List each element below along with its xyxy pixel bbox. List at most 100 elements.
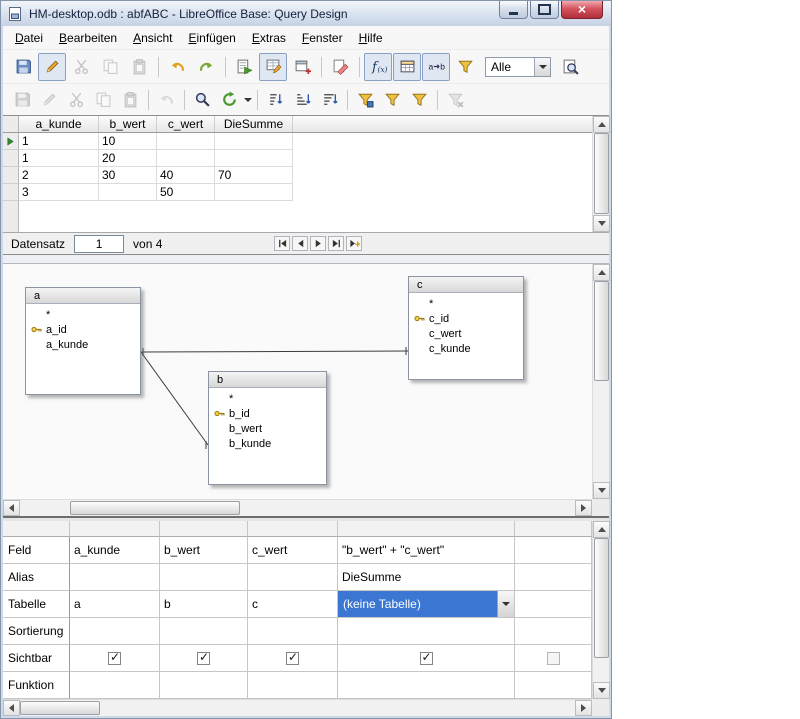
scroll-up-button[interactable] (593, 116, 610, 133)
undo-button[interactable] (153, 87, 179, 113)
table-card-b[interactable]: b * b_id b_wert b_kunde (208, 371, 327, 485)
grid-cell[interactable]: b (160, 591, 248, 618)
scroll-thumb[interactable] (594, 133, 609, 214)
grid-cell[interactable] (248, 618, 338, 645)
table-field[interactable]: b_kunde (209, 436, 326, 451)
table-field[interactable]: a_id (26, 322, 140, 337)
table-field[interactable]: * (409, 296, 523, 311)
grid-cell[interactable] (515, 618, 592, 645)
menu-extras[interactable]: Extras (244, 27, 294, 49)
grid-cell[interactable] (338, 618, 515, 645)
table-field[interactable]: b_id (209, 406, 326, 421)
grid-cell[interactable]: DieSumme (338, 564, 515, 591)
menu-hilfe[interactable]: Hilfe (351, 27, 391, 49)
design-vertical-scrollbar[interactable] (592, 264, 609, 499)
distinct-values-toggle[interactable] (451, 53, 479, 81)
scroll-down-button[interactable] (593, 682, 610, 699)
maximize-button[interactable] (530, 1, 559, 19)
paste-button[interactable] (125, 53, 153, 81)
visible-checkbox[interactable] (286, 652, 299, 665)
results-cell[interactable]: 40 (157, 167, 215, 184)
table-name-toggle[interactable] (393, 53, 421, 81)
scroll-up-button[interactable] (593, 264, 610, 281)
scroll-down-button[interactable] (593, 482, 610, 499)
row-selector-header[interactable] (3, 116, 19, 132)
table-field[interactable]: b_wert (209, 421, 326, 436)
grid-cell[interactable] (70, 564, 160, 591)
scroll-track[interactable] (20, 500, 575, 516)
table-field[interactable]: c_wert (409, 326, 523, 341)
grid-cell[interactable]: c_wert (248, 537, 338, 564)
alias-toggle[interactable] (422, 53, 450, 81)
paste-button[interactable] (117, 87, 143, 113)
grid-cell[interactable]: a (70, 591, 160, 618)
scroll-right-button[interactable] (575, 500, 592, 516)
record-number-input[interactable] (74, 235, 124, 253)
close-button[interactable]: × (561, 1, 603, 19)
table-card-title[interactable]: b (209, 372, 326, 388)
table-field[interactable]: c_kunde (409, 341, 523, 356)
pane-splitter-top[interactable] (3, 254, 609, 264)
scroll-left-button[interactable] (3, 500, 20, 516)
grid-cell-table-combo[interactable]: (keine Tabelle) (338, 591, 515, 618)
design-horizontal-scrollbar[interactable] (3, 499, 592, 516)
sort-ascending-button[interactable] (289, 87, 315, 113)
grid-vertical-scrollbar[interactable] (592, 521, 609, 699)
minimize-button[interactable] (499, 1, 528, 19)
table-card-c[interactable]: c * c_id c_wert c_kunde (408, 276, 524, 380)
results-cell[interactable]: 2 (19, 167, 99, 184)
results-cell[interactable] (215, 133, 293, 150)
grid-cell[interactable] (515, 537, 592, 564)
visible-checkbox[interactable] (108, 652, 121, 665)
row-selector[interactable] (3, 150, 19, 167)
results-cell[interactable] (215, 184, 293, 201)
standard-filter-button[interactable] (406, 87, 432, 113)
add-table-button[interactable] (288, 53, 316, 81)
find-record-button[interactable] (189, 87, 215, 113)
results-cell[interactable]: 50 (157, 184, 215, 201)
apply-filter-button[interactable] (379, 87, 405, 113)
results-cell[interactable]: 30 (99, 167, 157, 184)
scroll-down-button[interactable] (593, 215, 610, 232)
table-field[interactable]: * (209, 391, 326, 406)
table-card-title[interactable]: c (409, 277, 523, 293)
column-header-b_wert[interactable]: b_wert (99, 116, 157, 132)
visible-checkbox[interactable] (197, 652, 210, 665)
save-record-button[interactable] (9, 87, 35, 113)
table-field[interactable]: a_kunde (26, 337, 140, 352)
results-cell[interactable]: 70 (215, 167, 293, 184)
results-cell[interactable] (157, 150, 215, 167)
grid-cell[interactable] (515, 591, 592, 618)
last-record-button[interactable] (328, 236, 344, 251)
functions-toggle[interactable] (364, 53, 392, 81)
save-button[interactable] (9, 53, 37, 81)
grid-cell[interactable] (338, 672, 515, 699)
table-combo-selected[interactable]: (keine Tabelle) (338, 591, 497, 617)
table-field[interactable]: * (26, 307, 140, 322)
grid-cell[interactable]: b_wert (160, 537, 248, 564)
results-cell[interactable] (157, 133, 215, 150)
grid-cell[interactable]: c (248, 591, 338, 618)
scroll-thumb[interactable] (594, 281, 609, 381)
grid-column-header[interactable] (70, 521, 160, 537)
limit-dropdown-button[interactable] (534, 58, 550, 76)
next-record-button[interactable] (310, 236, 326, 251)
redo-button[interactable] (192, 53, 220, 81)
menu-datei[interactable]: Datei (7, 27, 51, 49)
menu-fenster[interactable]: Fenster (294, 27, 351, 49)
grid-column-header[interactable] (248, 521, 338, 537)
results-cell[interactable]: 20 (99, 150, 157, 167)
grid-column-header[interactable] (338, 521, 515, 537)
table-field[interactable]: c_id (409, 311, 523, 326)
grid-cell[interactable] (160, 564, 248, 591)
column-header-a_kunde[interactable]: a_kunde (19, 116, 99, 132)
sort-descending-button[interactable] (316, 87, 342, 113)
reset-filter-button[interactable] (442, 87, 468, 113)
grid-cell[interactable] (515, 672, 592, 699)
copy-button[interactable] (90, 87, 116, 113)
refresh-button[interactable] (216, 87, 242, 113)
scroll-thumb[interactable] (70, 501, 240, 515)
scroll-thumb[interactable] (20, 701, 100, 715)
grid-cell[interactable] (160, 672, 248, 699)
cut-button[interactable] (67, 53, 95, 81)
